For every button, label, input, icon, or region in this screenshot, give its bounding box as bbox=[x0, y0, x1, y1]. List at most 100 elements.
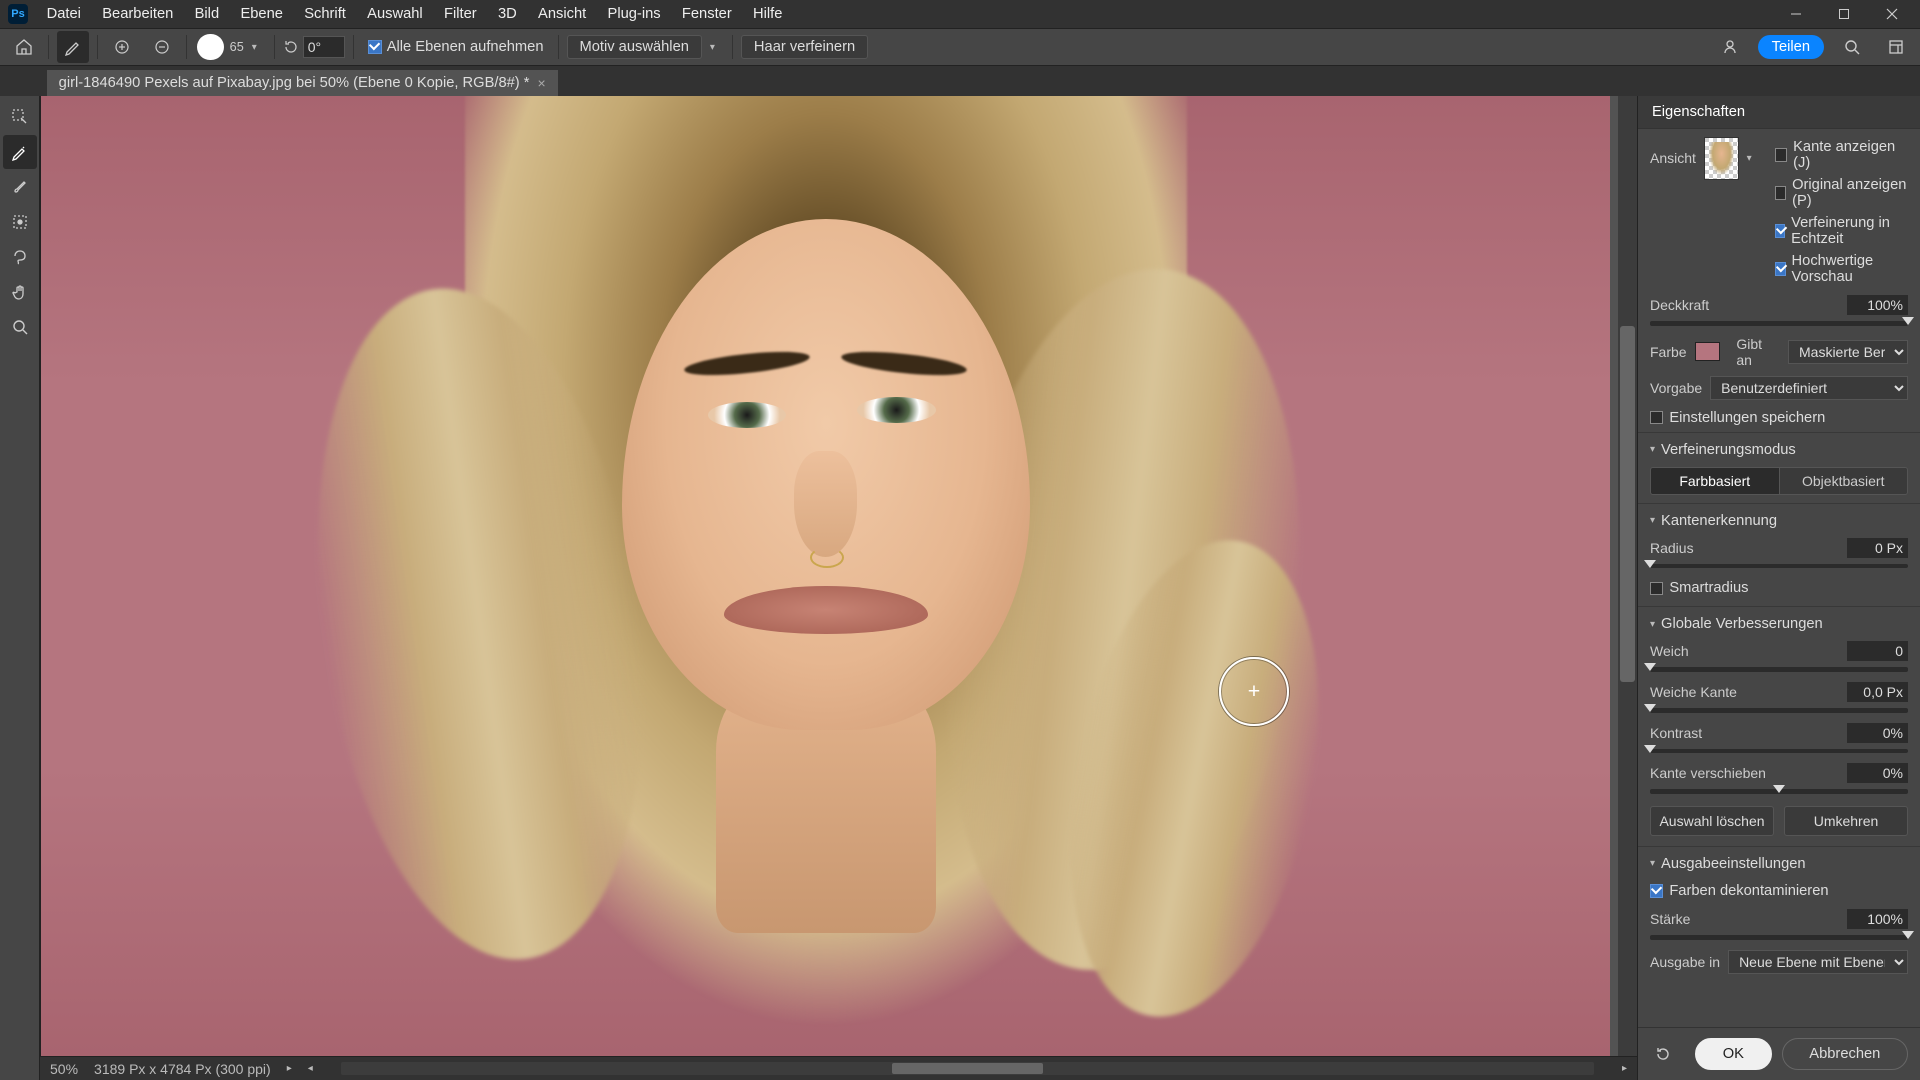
strength-slider[interactable] bbox=[1650, 935, 1908, 940]
shift-edge-slider[interactable] bbox=[1650, 789, 1908, 794]
mode-object-button[interactable]: Objektbasiert bbox=[1780, 468, 1908, 494]
properties-tab[interactable]: Eigenschaften bbox=[1638, 96, 1920, 129]
contrast-value[interactable]: 0% bbox=[1847, 723, 1908, 743]
opacity-value[interactable]: 100% bbox=[1847, 295, 1908, 315]
feather-slider[interactable] bbox=[1650, 708, 1908, 713]
menu-datei[interactable]: Datei bbox=[36, 2, 92, 26]
show-edge-checkbox[interactable]: Kante anzeigen (J) bbox=[1775, 137, 1908, 173]
status-next-icon[interactable]: ▸ bbox=[1622, 1063, 1627, 1074]
tab-close-icon[interactable]: × bbox=[538, 75, 546, 91]
output-settings-section[interactable]: ▾Ausgabeeinstellungen bbox=[1638, 851, 1920, 877]
select-subject-dropdown-icon[interactable]: ▾ bbox=[710, 42, 724, 53]
checkbox-icon bbox=[1775, 148, 1788, 161]
checkbox-icon bbox=[1775, 186, 1787, 199]
canvas-vertical-scrollbar[interactable] bbox=[1618, 96, 1637, 1056]
rotation-input[interactable] bbox=[303, 36, 346, 58]
hand-tool-icon[interactable] bbox=[3, 275, 37, 309]
radius-slider[interactable] bbox=[1650, 564, 1908, 569]
show-original-checkbox[interactable]: Original anzeigen (P) bbox=[1775, 175, 1908, 211]
feather-value[interactable]: 0,0 Px bbox=[1847, 682, 1908, 702]
high-quality-checkbox[interactable]: Hochwertige Vorschau bbox=[1775, 251, 1908, 287]
indicates-label: Gibt an bbox=[1736, 336, 1780, 368]
overlay-color-swatch[interactable] bbox=[1695, 342, 1721, 361]
home-icon[interactable] bbox=[8, 31, 40, 63]
subtract-from-selection-icon[interactable] bbox=[146, 31, 178, 63]
cancel-button[interactable]: Abbrechen bbox=[1782, 1038, 1908, 1070]
menu-plugins[interactable]: Plug-ins bbox=[597, 2, 671, 26]
checkbox-icon bbox=[1650, 411, 1663, 424]
radius-value[interactable]: 0 Px bbox=[1847, 538, 1908, 558]
document-tab[interactable]: girl-1846490 Pexels auf Pixabay.jpg bei … bbox=[47, 70, 558, 96]
shift-edge-label: Kante verschieben bbox=[1650, 765, 1766, 781]
canvas[interactable]: + bbox=[40, 96, 1637, 1056]
edge-detect-section[interactable]: ▾Kantenerkennung bbox=[1638, 508, 1920, 534]
document-tab-title: girl-1846490 Pexels auf Pixabay.jpg bei … bbox=[59, 75, 530, 91]
brush-cursor-icon: + bbox=[1219, 657, 1288, 726]
tool-preset-icon[interactable] bbox=[57, 31, 89, 63]
sample-all-layers-label: Alle Ebenen aufnehmen bbox=[387, 39, 544, 55]
refine-edge-brush-tool-icon[interactable] bbox=[3, 135, 37, 169]
reset-icon[interactable] bbox=[1650, 1041, 1675, 1068]
status-chevron-icon[interactable]: ▸ bbox=[287, 1063, 292, 1074]
strength-value[interactable]: 100% bbox=[1847, 909, 1908, 929]
feather-label: Weiche Kante bbox=[1650, 684, 1737, 700]
refine-mode-section[interactable]: ▾Verfeinerungsmodus bbox=[1638, 437, 1920, 463]
view-dropdown-icon[interactable]: ▾ bbox=[1747, 153, 1761, 164]
ok-button[interactable]: OK bbox=[1695, 1038, 1772, 1070]
preset-select[interactable]: Benutzerdefiniert bbox=[1710, 376, 1908, 400]
view-mode-thumbnail[interactable] bbox=[1704, 137, 1739, 180]
zoom-level[interactable]: 50% bbox=[50, 1061, 78, 1077]
lasso-tool-icon[interactable] bbox=[3, 240, 37, 274]
quick-select-tool-icon[interactable] bbox=[3, 100, 37, 134]
share-button[interactable]: Teilen bbox=[1758, 35, 1824, 59]
window-maximize-icon[interactable] bbox=[1820, 0, 1868, 28]
menu-3d[interactable]: 3D bbox=[487, 2, 527, 26]
chevron-down-icon: ▾ bbox=[1650, 444, 1655, 455]
output-to-select[interactable]: Neue Ebene mit Ebenenmaske bbox=[1728, 950, 1908, 974]
add-to-selection-icon[interactable] bbox=[106, 31, 138, 63]
window-minimize-icon[interactable] bbox=[1772, 0, 1820, 28]
brush-dropdown-icon[interactable]: ▾ bbox=[252, 42, 266, 53]
menu-schrift[interactable]: Schrift bbox=[294, 2, 357, 26]
decontaminate-colors-checkbox[interactable]: Farben dekontaminieren bbox=[1650, 881, 1829, 901]
color-label: Farbe bbox=[1650, 344, 1687, 360]
menu-filter[interactable]: Filter bbox=[433, 2, 487, 26]
refine-hair-button[interactable]: Haar verfeinern bbox=[741, 35, 868, 59]
opacity-label: Deckkraft bbox=[1650, 297, 1709, 313]
checkbox-icon bbox=[1650, 884, 1663, 897]
smooth-value[interactable]: 0 bbox=[1847, 641, 1908, 661]
clear-selection-button[interactable]: Auswahl löschen bbox=[1650, 806, 1774, 836]
search-icon[interactable] bbox=[1836, 31, 1868, 63]
shift-edge-value[interactable]: 0% bbox=[1847, 763, 1908, 783]
zoom-tool-icon[interactable] bbox=[3, 310, 37, 344]
menu-fenster[interactable]: Fenster bbox=[671, 2, 742, 26]
object-select-tool-icon[interactable] bbox=[3, 205, 37, 239]
contrast-slider[interactable] bbox=[1650, 749, 1908, 754]
brush-preview-icon[interactable] bbox=[197, 34, 224, 61]
realtime-refine-checkbox[interactable]: Verfeinerung in Echtzeit bbox=[1775, 213, 1908, 249]
checkbox-icon bbox=[1775, 262, 1786, 275]
menu-ebene[interactable]: Ebene bbox=[230, 2, 294, 26]
global-refinements-section[interactable]: ▾Globale Verbesserungen bbox=[1638, 611, 1920, 637]
window-close-icon[interactable] bbox=[1868, 0, 1916, 28]
workspace-switcher-icon[interactable] bbox=[1880, 31, 1912, 63]
invert-button[interactable]: Umkehren bbox=[1784, 806, 1908, 836]
indicates-select[interactable]: Maskierte Bereiche bbox=[1788, 340, 1908, 364]
smooth-slider[interactable] bbox=[1650, 667, 1908, 672]
menu-hilfe[interactable]: Hilfe bbox=[742, 2, 793, 26]
app-logo-icon: Ps bbox=[8, 4, 28, 24]
cloud-docs-icon[interactable] bbox=[1714, 31, 1746, 63]
canvas-horizontal-scrollbar[interactable] bbox=[341, 1062, 1594, 1075]
menu-bearbeiten[interactable]: Bearbeiten bbox=[92, 2, 184, 26]
menu-bild[interactable]: Bild bbox=[184, 2, 230, 26]
smart-radius-checkbox[interactable]: Smartradius bbox=[1650, 578, 1749, 598]
save-settings-checkbox[interactable]: Einstellungen speichern bbox=[1650, 408, 1825, 428]
brush-tool-icon[interactable] bbox=[3, 170, 37, 204]
opacity-slider[interactable] bbox=[1650, 321, 1908, 326]
mode-color-button[interactable]: Farbbasiert bbox=[1651, 468, 1780, 494]
status-prev-icon[interactable]: ◂ bbox=[308, 1063, 313, 1074]
select-subject-button[interactable]: Motiv auswählen bbox=[567, 35, 702, 59]
menu-ansicht[interactable]: Ansicht bbox=[527, 2, 596, 26]
sample-all-layers-checkbox[interactable]: Alle Ebenen aufnehmen bbox=[362, 39, 549, 55]
menu-auswahl[interactable]: Auswahl bbox=[357, 2, 434, 26]
